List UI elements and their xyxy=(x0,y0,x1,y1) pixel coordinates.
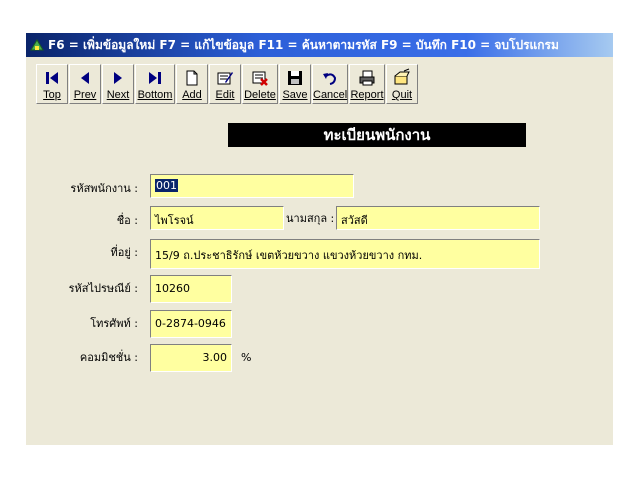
top-label: Top xyxy=(43,89,61,101)
top-button[interactable]: Top xyxy=(36,64,68,104)
report-label: Report xyxy=(350,89,384,101)
undo-icon xyxy=(323,73,337,85)
bottom-label: Bottom xyxy=(137,89,173,101)
next-button[interactable]: Next xyxy=(102,64,134,104)
emp-id-label: รหัสพนักงาน : xyxy=(70,182,138,195)
delete-label: Delete xyxy=(244,89,276,101)
name-label: ชื่อ : xyxy=(116,214,138,227)
app-window: F6 = เพิ่มข้อมูลใหม่ F7 = แก้ไขข้อมูล F1… xyxy=(26,33,613,445)
commission-label: คอมมิชชั่น : xyxy=(79,351,138,364)
emp-id-field[interactable]: 001 xyxy=(150,174,354,198)
title-bar[interactable]: F6 = เพิ่มข้อมูลใหม่ F7 = แก้ไขข้อมูล F1… xyxy=(26,33,613,57)
commission-unit: % xyxy=(241,351,252,364)
form-banner: ทะเบียนพนักงาน xyxy=(228,123,526,147)
save-label: Save xyxy=(282,89,308,101)
add-label: Add xyxy=(182,89,202,101)
new-document-icon xyxy=(186,70,198,86)
window-title: F6 = เพิ่มข้อมูลใหม่ F7 = แก้ไขข้อมูล F1… xyxy=(48,38,559,52)
first-record-icon xyxy=(46,72,58,84)
edit-label: Edit xyxy=(215,89,235,101)
cancel-button[interactable]: Cancel xyxy=(312,64,348,104)
exit-door-icon xyxy=(394,68,410,85)
zip-field[interactable]: 10260 xyxy=(150,275,232,303)
prev-record-icon xyxy=(81,72,89,84)
delete-button[interactable]: Delete xyxy=(242,64,278,104)
commission-field[interactable]: 3.00 xyxy=(150,344,232,372)
phone-label: โทรศัพท์ : xyxy=(90,317,138,330)
last-record-icon xyxy=(149,72,161,84)
printer-icon xyxy=(359,70,375,86)
quit-label: Quit xyxy=(391,89,413,101)
prev-label: Prev xyxy=(73,89,97,101)
zip-label: รหัสไปรษณีย์ : xyxy=(68,282,138,295)
save-button[interactable]: Save xyxy=(279,64,311,104)
address-field[interactable]: 15/9 ถ.ประชาธิรักษ์ เขตห้วยขวาง แขวงห้วย… xyxy=(150,239,540,269)
phone-field[interactable]: 0-2874-0946 xyxy=(150,310,232,338)
cancel-label: Cancel xyxy=(313,89,348,101)
edit-pencil-icon xyxy=(217,72,233,85)
quit-button[interactable]: Quit xyxy=(386,64,418,104)
delete-record-icon xyxy=(252,71,268,86)
add-button[interactable]: Add xyxy=(176,64,208,104)
next-label: Next xyxy=(106,89,130,101)
surname-field[interactable]: สวัสดี xyxy=(336,206,540,230)
bottom-button[interactable]: Bottom xyxy=(135,64,175,104)
app-icon xyxy=(30,39,44,51)
report-button[interactable]: Report xyxy=(349,64,385,104)
prev-button[interactable]: Prev xyxy=(69,64,101,104)
surname-label: นามสกุล : xyxy=(286,212,335,225)
emp-id-value: 001 xyxy=(155,179,178,192)
next-record-icon xyxy=(114,72,122,84)
address-label: ที่อยู่ : xyxy=(110,246,138,259)
name-field[interactable]: ไพโรจน์ xyxy=(150,206,284,230)
edit-button[interactable]: Edit xyxy=(209,64,241,104)
floppy-disk-icon xyxy=(288,71,302,85)
